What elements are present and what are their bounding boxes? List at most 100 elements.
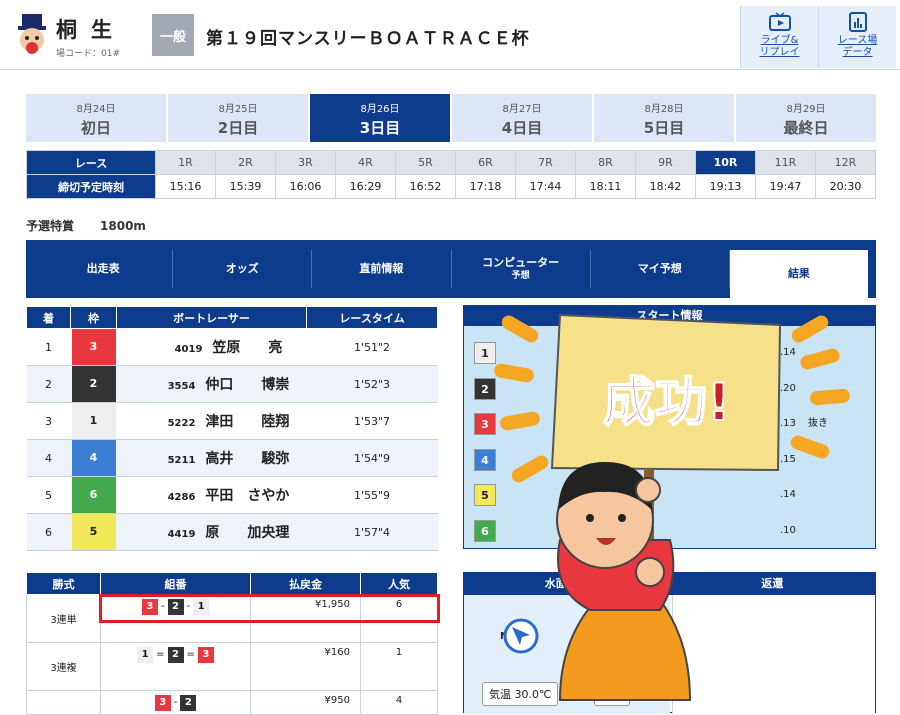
finish-position: 3 [26,402,71,440]
race-tab-6[interactable]: 6R [455,150,516,175]
col-payout: 払戻金 [250,572,361,595]
race-tab-2[interactable]: 2R [215,150,276,175]
deadline-time: 18:42 [635,174,696,199]
page-header: 桐生 場コード：01# 一般 第１９回マンスリーＢＯＡＴＲＡＣＥ杯 ライブ& リプ… [0,0,900,70]
popularity: 4 [360,690,438,715]
deadline-time: 16:52 [395,174,456,199]
start-note: 抜き [808,418,828,429]
day-label: 初日 [80,119,111,137]
finish-position: 4 [26,439,71,477]
tab-computer-sub: 予想 [511,270,530,281]
race-time: 1'57"4 [306,513,438,551]
race-time: 1'51"2 [306,328,438,366]
race-tab-10[interactable]: 10R [695,150,756,175]
finish-position: 6 [26,513,71,551]
racer-id: 5222 [167,418,196,429]
racer-id: 4419 [167,529,196,540]
racer-name[interactable]: 津田 陸翔 [205,414,289,430]
racer-id: 3554 [167,381,196,392]
start-timing: .15 [780,453,796,465]
grade-badge: 一般 [152,14,194,56]
start-timing: .14 [780,347,796,358]
race-tab-8[interactable]: 8R [575,150,636,175]
day-tabs: 8月24日初日 8月25日 2日目 8月26日 3日目 8月27日 4日目 8月28日… [26,94,876,142]
finish-position: 1 [26,328,71,366]
col-waku: 枠 [70,306,117,329]
day-tab-1[interactable]: 8月24日初日 [26,94,166,142]
race-time: 1'54"9 [306,439,438,477]
weather-panel: 水面気象 返還 N 気温 30.0℃ 曇り [463,572,876,714]
col-pos: 着 [26,306,71,329]
col-racer: ボートレーサー [116,306,307,329]
race-tab-12[interactable]: 12R [815,150,876,175]
day-tab-4[interactable]: 8月27日 4日目 [452,94,592,142]
start-timing: .10 [780,524,796,536]
combo-chip: 2 [180,695,197,711]
racer-name[interactable]: 高井 駿弥 [205,451,289,467]
venue-data-button[interactable]: レース場 データ [818,6,896,68]
combo-separator: = [156,649,165,660]
racer-id: 4286 [167,492,196,503]
racer-name[interactable]: 笠原 亮 [212,340,282,356]
race-time: 1'52"3 [306,365,438,403]
day-date: 8月24日 [76,104,116,115]
frame-number: 3 [71,329,116,365]
col-bet-type: 勝式 [26,572,101,595]
payout: ¥160 [250,642,361,691]
day-tab-2[interactable]: 8月25日 2日目 [168,94,308,142]
day-tab-6[interactable]: 8月29日 最終日 [736,94,876,142]
race-tab-5[interactable]: 5R [395,150,456,175]
tab-entry-list[interactable]: 出走表 [34,250,174,288]
tab-computer-prediction[interactable]: コンピューター 予想 [452,250,591,288]
start-timing: .13 [780,418,796,429]
bet-type [26,690,101,715]
live-replay-button[interactable]: ライブ& リプレイ [740,6,818,68]
day-tab-5[interactable]: 8月28日 5日目 [594,94,734,142]
refund-title: 返還 [761,577,784,590]
racer-name[interactable]: 仲口 博崇 [205,377,289,393]
day-label: 5日目 [643,119,685,137]
race-tab-9[interactable]: 9R [635,150,696,175]
time-row-label: 締切予定時刻 [26,174,156,199]
frame-number: 4 [71,440,116,476]
tab-odds[interactable]: オッズ [173,250,313,288]
day-label: 最終日 [783,119,829,137]
combo-chip: 2 [167,647,184,663]
tab-results[interactable]: 結果 [729,250,869,298]
temperature: 気温 30.0℃ [482,682,559,706]
racer-name[interactable]: 原 加央理 [205,525,289,541]
race-tab-11[interactable]: 11R [755,150,816,175]
start-lane: 4 [474,448,496,471]
race-tab-7[interactable]: 7R [515,150,576,175]
frame-number: 5 [71,514,116,550]
frame-number: 2 [71,366,116,402]
combo-chip: 3 [154,695,171,711]
table-row: 3 1 5222 津田 陸翔 1'53"7 [26,402,438,440]
chart-doc-icon [848,12,867,32]
day-tab-3[interactable]: 8月26日 3日目 [310,94,450,142]
deadline-time: 15:16 [155,174,216,199]
start-lane: 6 [474,519,496,542]
col-popularity: 人気 [360,572,438,595]
tab-computer-label: コンピューター [482,255,560,269]
weather-title: 水面気象 [544,577,589,590]
weather-body: N 気温 30.0℃ 曇り [464,595,670,714]
deadline-time: 18:11 [575,174,636,199]
day-date: 8月27日 [502,104,542,115]
finish-position: 5 [26,476,71,514]
race-tab-3[interactable]: 3R [275,150,336,175]
racer-name[interactable]: 平田 さやか [205,488,289,504]
tab-prerace-info[interactable]: 直前情報 [312,250,452,288]
data-label-2: データ [842,47,873,58]
race-selector-table: レース 1R 2R 3R 4R 5R 6R 7R 8R 9R 10R 11R 12R 締切予定時刻 15:… [26,150,876,199]
race-tab-1[interactable]: 1R [155,150,216,175]
table-row: 2 2 3554 仲口 博崇 1'52"3 [26,365,438,403]
table-row: 6 5 4419 原 加央理 1'57"4 [26,513,438,551]
combo-separator: - [173,697,178,708]
tab-my-prediction[interactable]: マイ予想 [591,250,730,288]
mascot-icon [18,14,46,54]
day-date: 8月28日 [644,104,684,115]
tv-icon [768,12,791,31]
race-tab-4[interactable]: 4R [335,150,396,175]
start-lane: 1 [474,342,496,364]
